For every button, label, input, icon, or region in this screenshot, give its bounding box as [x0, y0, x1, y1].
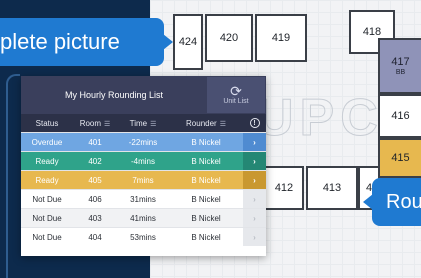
- room-413[interactable]: 413: [306, 166, 358, 210]
- callout-left-text: plete picture: [0, 29, 120, 54]
- row-rounder: B Nickel: [191, 137, 221, 147]
- room-415[interactable]: 415: [378, 138, 421, 178]
- row-status: Not Due: [32, 194, 62, 204]
- table-row[interactable]: Not Due 403 41mins B Nickel ›: [21, 208, 266, 227]
- info-icon[interactable]: !: [249, 118, 260, 128]
- row-rounder: B Nickel: [191, 213, 221, 223]
- row-status: Not Due: [32, 213, 62, 223]
- table-row[interactable]: Ready 405 7mins B Nickel ›: [21, 170, 266, 189]
- row-room: 405: [88, 175, 102, 185]
- room-417[interactable]: 417 BB: [378, 38, 421, 94]
- room-417-sub: BB: [395, 69, 406, 76]
- chevron-right-icon[interactable]: ›: [243, 228, 266, 246]
- filter-icon[interactable]: ☰: [150, 121, 156, 128]
- chevron-right-icon[interactable]: ›: [243, 152, 266, 170]
- room-417-number: 417: [391, 56, 410, 68]
- row-status: Ready: [35, 156, 59, 166]
- callout-rounding: Rou: [363, 178, 421, 226]
- row-time: 41mins: [130, 213, 156, 223]
- watermark-logo: UPC: [256, 89, 384, 148]
- room-424[interactable]: 424: [173, 14, 203, 70]
- unit-list-label: Unit List: [223, 98, 249, 105]
- col-rounder-label: Rounder: [186, 118, 217, 128]
- row-room: 401: [88, 137, 102, 147]
- row-time: -22mins: [128, 137, 158, 147]
- chevron-right-icon[interactable]: ›: [243, 190, 266, 208]
- row-room: 404: [88, 232, 102, 242]
- table-row[interactable]: Overdue 401 -22mins B Nickel ›: [21, 132, 266, 151]
- col-room[interactable]: Room ☰: [73, 119, 117, 128]
- filter-icon[interactable]: ☰: [220, 121, 226, 128]
- col-room-label: Room: [79, 118, 102, 128]
- side-accent: [6, 74, 20, 278]
- refresh-icon: ⟳: [230, 83, 242, 99]
- callout-right-text: Rou: [386, 190, 421, 213]
- room-412[interactable]: 412: [264, 166, 304, 210]
- callout-complete-picture: plete picture: [0, 18, 173, 66]
- row-time: 31mins: [130, 194, 156, 204]
- col-time-label: Time: [129, 118, 148, 128]
- col-rounder[interactable]: Rounder ☰: [169, 119, 243, 128]
- row-time: 53mins: [130, 232, 156, 242]
- row-status: Not Due: [32, 232, 62, 242]
- col-info[interactable]: !: [243, 114, 266, 132]
- room-419[interactable]: 419: [255, 14, 307, 62]
- table-row[interactable]: Not Due 406 31mins B Nickel ›: [21, 189, 266, 208]
- row-time: -4mins: [130, 156, 155, 166]
- chevron-right-icon[interactable]: ›: [243, 171, 266, 189]
- unit-list-button[interactable]: ⟳ Unit List: [207, 77, 265, 113]
- row-room: 406: [88, 194, 102, 204]
- panel-header: My Hourly Rounding List ⟳ Unit List: [21, 76, 266, 114]
- room-420[interactable]: 420: [205, 14, 253, 62]
- row-rounder: B Nickel: [191, 175, 221, 185]
- table-row[interactable]: Ready 402 -4mins B Nickel ›: [21, 151, 266, 170]
- row-time: 7mins: [132, 175, 154, 185]
- row-rounder: B Nickel: [191, 232, 221, 242]
- col-status[interactable]: Status: [21, 119, 73, 128]
- room-416[interactable]: 416: [378, 94, 421, 138]
- row-rounder: B Nickel: [191, 156, 221, 166]
- column-headers: Status Room ☰ Time ☰ Rounder ☰ !: [21, 114, 266, 132]
- col-time[interactable]: Time ☰: [117, 119, 169, 128]
- row-rounder: B Nickel: [191, 194, 221, 204]
- row-room: 402: [88, 156, 102, 166]
- row-status: Overdue: [31, 137, 63, 147]
- chevron-right-icon[interactable]: ›: [243, 209, 266, 227]
- chevron-right-icon[interactable]: ›: [243, 133, 266, 151]
- panel-title: My Hourly Rounding List: [64, 90, 164, 100]
- filter-icon[interactable]: ☰: [104, 121, 110, 128]
- rounding-list-panel: My Hourly Rounding List ⟳ Unit List Stat…: [21, 76, 266, 256]
- row-room: 403: [88, 213, 102, 223]
- table-row[interactable]: Not Due 404 53mins B Nickel ›: [21, 227, 266, 246]
- row-status: Ready: [35, 175, 59, 185]
